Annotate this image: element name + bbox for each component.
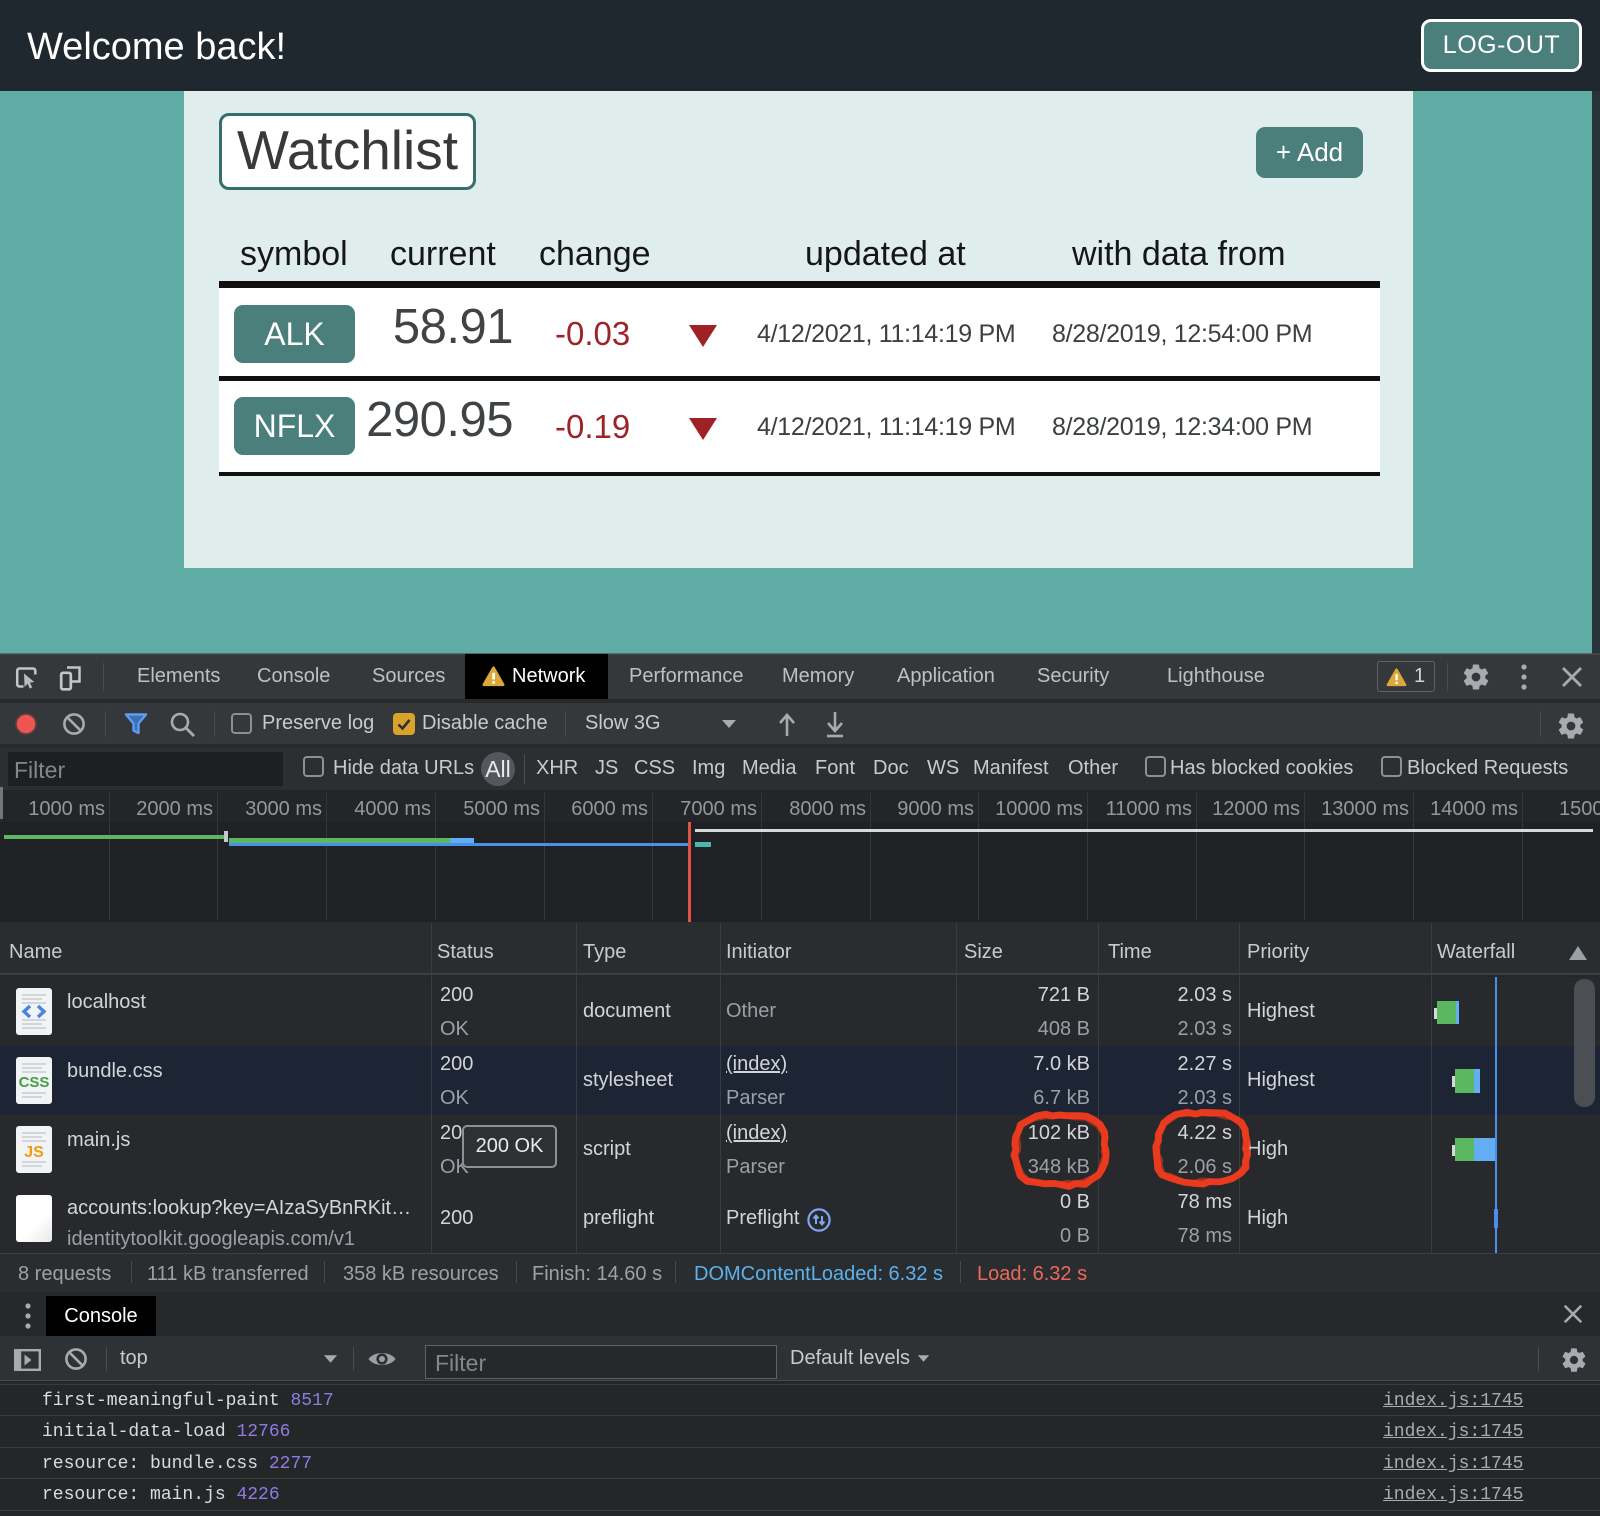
svg-text:JS: JS: [24, 1144, 44, 1161]
svg-text:CSS: CSS: [19, 1074, 50, 1091]
